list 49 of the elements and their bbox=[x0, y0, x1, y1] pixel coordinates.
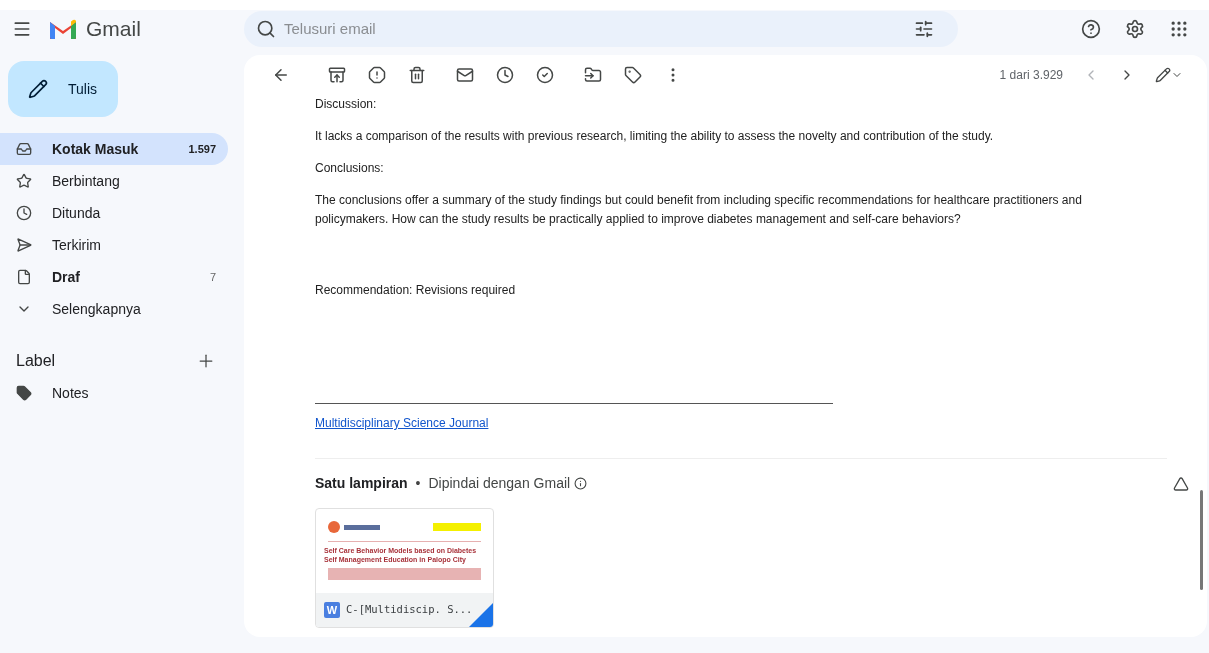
message-paragraph: Conclusions: bbox=[315, 160, 385, 177]
scan-note: Dipindai dengan Gmail bbox=[428, 474, 571, 493]
help-icon[interactable] bbox=[1081, 19, 1101, 39]
gmail-logo-icon bbox=[48, 17, 78, 41]
send-icon bbox=[16, 237, 32, 253]
clock-icon[interactable] bbox=[496, 66, 514, 84]
message-paragraph: Discussion: bbox=[315, 96, 378, 113]
corner-fold-icon bbox=[469, 603, 493, 627]
apps-grid-icon[interactable] bbox=[1169, 19, 1189, 39]
mail-icon[interactable] bbox=[456, 66, 474, 84]
attachments-title: Satu lampiran bbox=[315, 474, 408, 493]
info-icon[interactable] bbox=[574, 477, 588, 490]
settings-icon[interactable] bbox=[1125, 19, 1145, 39]
sidebar-item[interactable]: Selengkapnya bbox=[0, 293, 228, 325]
search-bar[interactable]: Telusuri email bbox=[244, 11, 958, 47]
label-item[interactable]: Notes bbox=[0, 377, 244, 409]
move-folder-icon[interactable] bbox=[584, 66, 602, 84]
sidebar-item[interactable]: Draf 7 bbox=[0, 261, 228, 293]
star-icon bbox=[16, 173, 32, 189]
search-icon bbox=[256, 19, 276, 39]
pager-text: 1 dari 3.929 bbox=[999, 67, 1063, 84]
archive-icon[interactable] bbox=[328, 66, 346, 84]
search-field[interactable]: Telusuri email bbox=[284, 17, 906, 41]
signature-link[interactable]: Multidisciplinary Science Journal bbox=[315, 414, 489, 433]
file-name: C-[Multidiscip. S... bbox=[346, 602, 473, 618]
filter-icon[interactable] bbox=[914, 19, 934, 39]
sidebar-item[interactable]: Berbintang bbox=[0, 165, 228, 197]
pencil-icon bbox=[28, 79, 48, 99]
compose-button[interactable]: Tulis bbox=[8, 61, 118, 117]
menu-icon[interactable] bbox=[12, 19, 32, 39]
document-icon bbox=[16, 269, 32, 285]
app-name: Gmail bbox=[86, 16, 141, 43]
message-paragraph: It lacks a comparison of the results with previous research, limiting the ability to assess the novelty and contribution of the study. bbox=[315, 128, 995, 145]
message-paragraph: Recommendation: Revisions required bbox=[315, 282, 517, 299]
file-type-badge: W bbox=[324, 602, 340, 618]
clock-icon bbox=[16, 205, 32, 221]
inbox-icon bbox=[16, 141, 32, 157]
bullet-dot: • bbox=[415, 474, 421, 493]
trash-icon[interactable] bbox=[408, 66, 426, 84]
label-tag-icon bbox=[16, 385, 32, 401]
sidebar-item[interactable]: Ditunda bbox=[0, 197, 228, 229]
alert-icon[interactable] bbox=[368, 66, 386, 84]
label-icon[interactable] bbox=[624, 66, 642, 84]
sidebar-item[interactable]: Kotak Masuk 1.597 bbox=[0, 133, 228, 165]
scrollbar-thumb[interactable] bbox=[1200, 490, 1203, 590]
pen-dropdown-icon[interactable] bbox=[1155, 67, 1183, 83]
labels-heading: Label bbox=[16, 351, 56, 371]
sidebar-item[interactable]: Terkirim bbox=[0, 229, 228, 261]
message-paragraph: The conclusions offer a summary of the study findings but could benefit from including specific recommendations for healthcare practitioners and policymakers. How can the study results be practically applied to improve diabetes management and self-care behaviors? bbox=[315, 192, 1083, 228]
